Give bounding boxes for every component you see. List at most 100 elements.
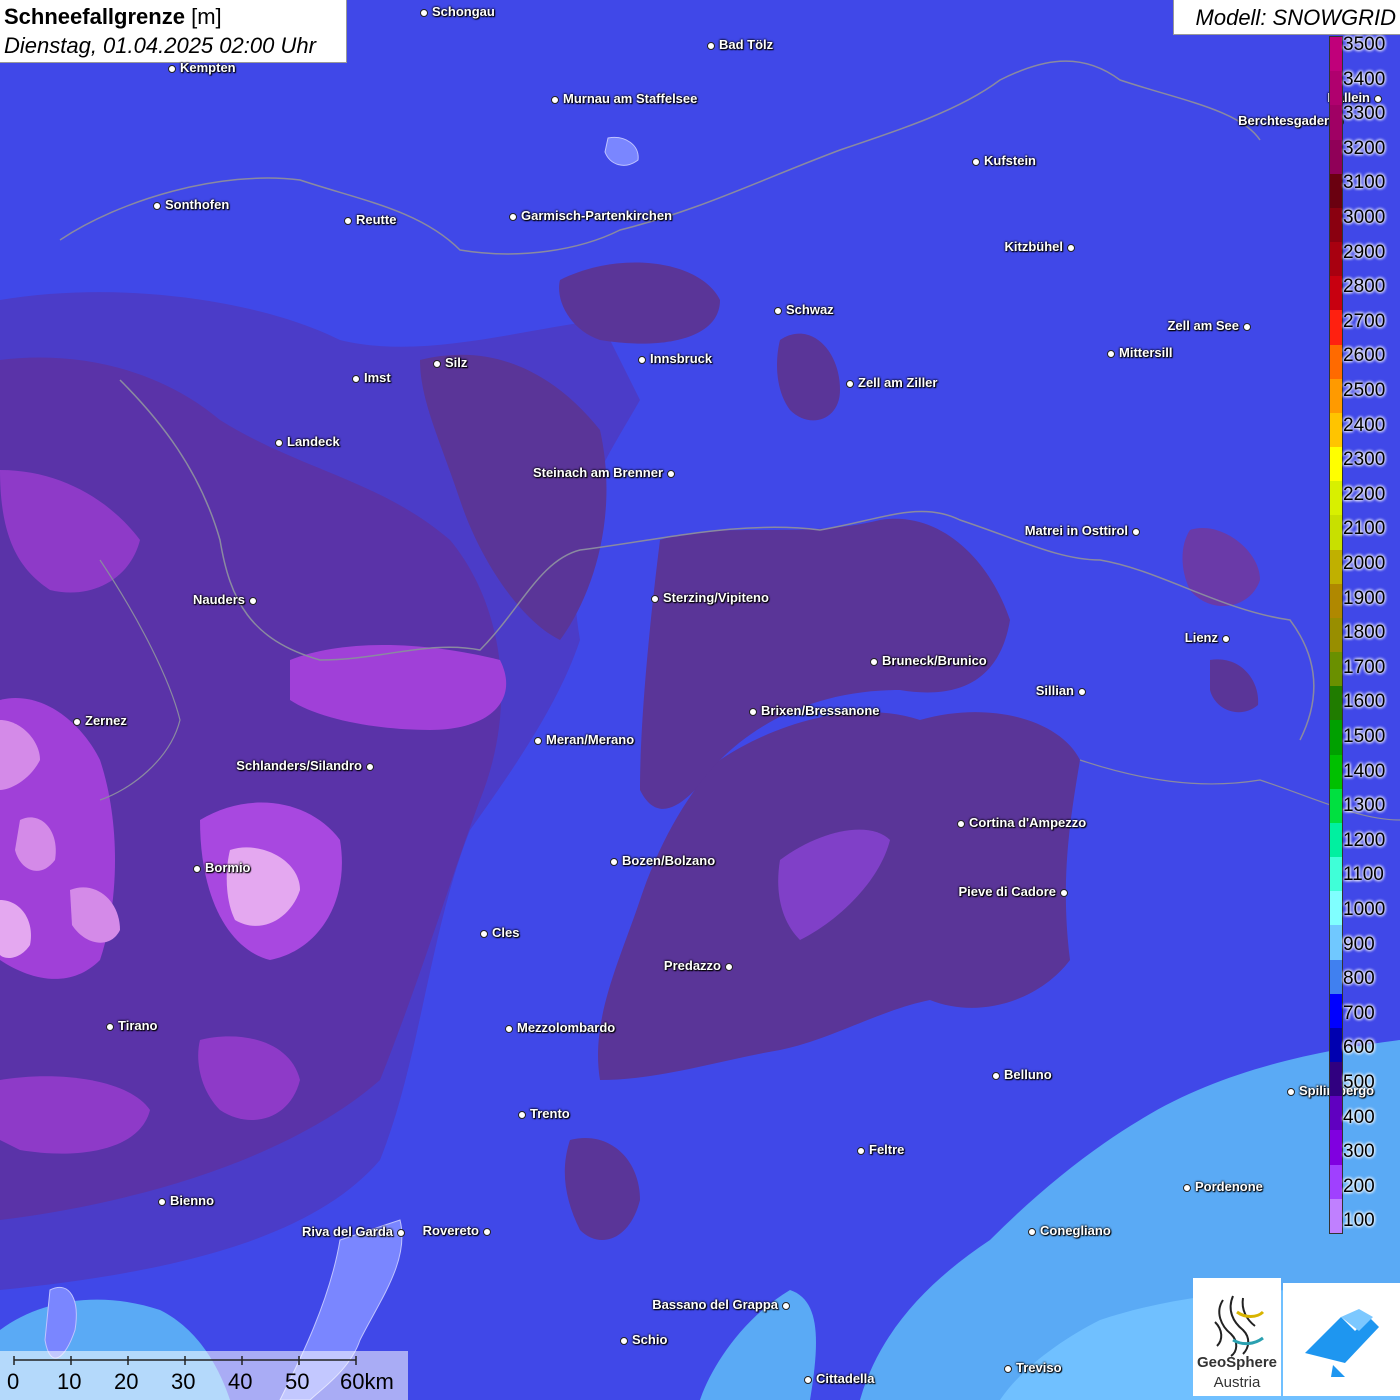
city-label[interactable]: Sillian: [1036, 683, 1074, 698]
city-marker[interactable]: [1060, 889, 1068, 897]
city-marker[interactable]: [972, 158, 980, 166]
city-marker[interactable]: [651, 595, 659, 603]
city-marker[interactable]: [870, 658, 878, 666]
city-label[interactable]: Zernez: [85, 713, 127, 728]
city-marker[interactable]: [366, 763, 374, 771]
city-label[interactable]: Matrei in Osttirol: [1025, 523, 1128, 538]
city-marker[interactable]: [1004, 1365, 1012, 1373]
city-marker[interactable]: [505, 1025, 513, 1033]
city-marker[interactable]: [153, 202, 161, 210]
city-label[interactable]: Bienno: [170, 1193, 214, 1208]
city-marker[interactable]: [168, 65, 176, 73]
city-marker[interactable]: [1078, 688, 1086, 696]
city-label[interactable]: Nauders: [193, 592, 245, 607]
city-label[interactable]: Conegliano: [1040, 1223, 1111, 1238]
city-marker[interactable]: [957, 820, 965, 828]
city-label[interactable]: Sterzing/Vipiteno: [663, 590, 769, 605]
city-marker[interactable]: [73, 718, 81, 726]
city-marker[interactable]: [352, 375, 360, 383]
city-label[interactable]: Landeck: [287, 434, 340, 449]
city-label[interactable]: Schwaz: [786, 302, 834, 317]
city-marker[interactable]: [275, 439, 283, 447]
city-label[interactable]: Zell am See: [1167, 318, 1239, 333]
city-marker[interactable]: [1183, 1184, 1191, 1192]
city-label[interactable]: Pordenone: [1195, 1179, 1263, 1194]
city-label[interactable]: Sonthofen: [165, 197, 229, 212]
city-label[interactable]: Brixen/Bressanone: [761, 703, 880, 718]
city-label[interactable]: Zell am Ziller: [858, 375, 937, 390]
city-label[interactable]: Bassano del Grappa: [652, 1297, 778, 1312]
city-label[interactable]: Meran/Merano: [546, 732, 634, 747]
city-label[interactable]: Mezzolombardo: [517, 1020, 615, 1035]
city-label[interactable]: Bozen/Bolzano: [622, 853, 715, 868]
city-marker[interactable]: [551, 96, 559, 104]
city-label[interactable]: Mittersill: [1119, 345, 1172, 360]
city-marker[interactable]: [480, 930, 488, 938]
city-label[interactable]: Imst: [364, 370, 391, 385]
city-label[interactable]: Bad Tölz: [719, 37, 773, 52]
city-label[interactable]: Berchtesgaden: [1238, 113, 1332, 128]
city-marker[interactable]: [1287, 1088, 1295, 1096]
city-label[interactable]: Garmisch-Partenkirchen: [521, 208, 672, 223]
city-label[interactable]: Innsbruck: [650, 351, 712, 366]
city-marker[interactable]: [193, 865, 201, 873]
city-label[interactable]: Schongau: [432, 4, 495, 19]
city-label[interactable]: Treviso: [1016, 1360, 1062, 1375]
city-marker[interactable]: [725, 963, 733, 971]
city-marker[interactable]: [667, 470, 675, 478]
city-marker[interactable]: [638, 356, 646, 364]
city-label[interactable]: Lienz: [1185, 630, 1218, 645]
city-marker[interactable]: [509, 213, 517, 221]
city-marker[interactable]: [992, 1072, 1000, 1080]
city-label[interactable]: Silz: [445, 355, 467, 370]
city-marker[interactable]: [707, 42, 715, 50]
city-marker[interactable]: [1132, 528, 1140, 536]
city-label[interactable]: Feltre: [869, 1142, 904, 1157]
city-label[interactable]: Bruneck/Brunico: [882, 653, 987, 668]
city-label[interactable]: Tirano: [118, 1018, 158, 1033]
city-label[interactable]: Schlanders/Silandro: [236, 758, 362, 773]
city-label[interactable]: Reutte: [356, 212, 396, 227]
city-marker[interactable]: [857, 1147, 865, 1155]
city-marker[interactable]: [158, 1198, 166, 1206]
city-label[interactable]: Kufstein: [984, 153, 1036, 168]
partner-logo[interactable]: [1283, 1283, 1400, 1396]
city-marker[interactable]: [1243, 323, 1251, 331]
city-label[interactable]: Riva del Garda: [302, 1224, 393, 1239]
city-marker[interactable]: [249, 597, 257, 605]
city-marker[interactable]: [397, 1229, 405, 1237]
city-label[interactable]: Cortina d'Ampezzo: [969, 815, 1086, 830]
city-label[interactable]: Belluno: [1004, 1067, 1052, 1082]
city-label[interactable]: Pieve di Cadore: [958, 884, 1056, 899]
city-marker[interactable]: [518, 1111, 526, 1119]
city-marker[interactable]: [782, 1302, 790, 1310]
city-marker[interactable]: [1107, 350, 1115, 358]
city-marker[interactable]: [620, 1337, 628, 1345]
city-label[interactable]: Bormio: [205, 860, 251, 875]
city-label[interactable]: Kempten: [180, 60, 236, 75]
city-label[interactable]: Predazzo: [664, 958, 721, 973]
city-label[interactable]: Cittadella: [816, 1371, 875, 1386]
city-label[interactable]: Cles: [492, 925, 519, 940]
city-marker[interactable]: [804, 1376, 812, 1384]
city-marker[interactable]: [610, 858, 618, 866]
city-label[interactable]: Kitzbühel: [1005, 239, 1064, 254]
city-marker[interactable]: [433, 360, 441, 368]
city-marker[interactable]: [1374, 95, 1382, 103]
city-marker[interactable]: [846, 380, 854, 388]
city-marker[interactable]: [1028, 1228, 1036, 1236]
city-marker[interactable]: [534, 737, 542, 745]
city-marker[interactable]: [344, 217, 352, 225]
city-marker[interactable]: [420, 9, 428, 17]
city-label[interactable]: Rovereto: [423, 1223, 479, 1238]
city-label[interactable]: Trento: [530, 1106, 570, 1121]
city-label[interactable]: Schio: [632, 1332, 667, 1347]
city-marker[interactable]: [1067, 244, 1075, 252]
geosphere-logo[interactable]: GeoSphere Austria: [1193, 1278, 1281, 1396]
city-marker[interactable]: [106, 1023, 114, 1031]
city-marker[interactable]: [1222, 635, 1230, 643]
city-marker[interactable]: [749, 708, 757, 716]
city-marker[interactable]: [774, 307, 782, 315]
city-label[interactable]: Steinach am Brenner: [533, 465, 663, 480]
city-label[interactable]: Murnau am Staffelsee: [563, 91, 697, 106]
